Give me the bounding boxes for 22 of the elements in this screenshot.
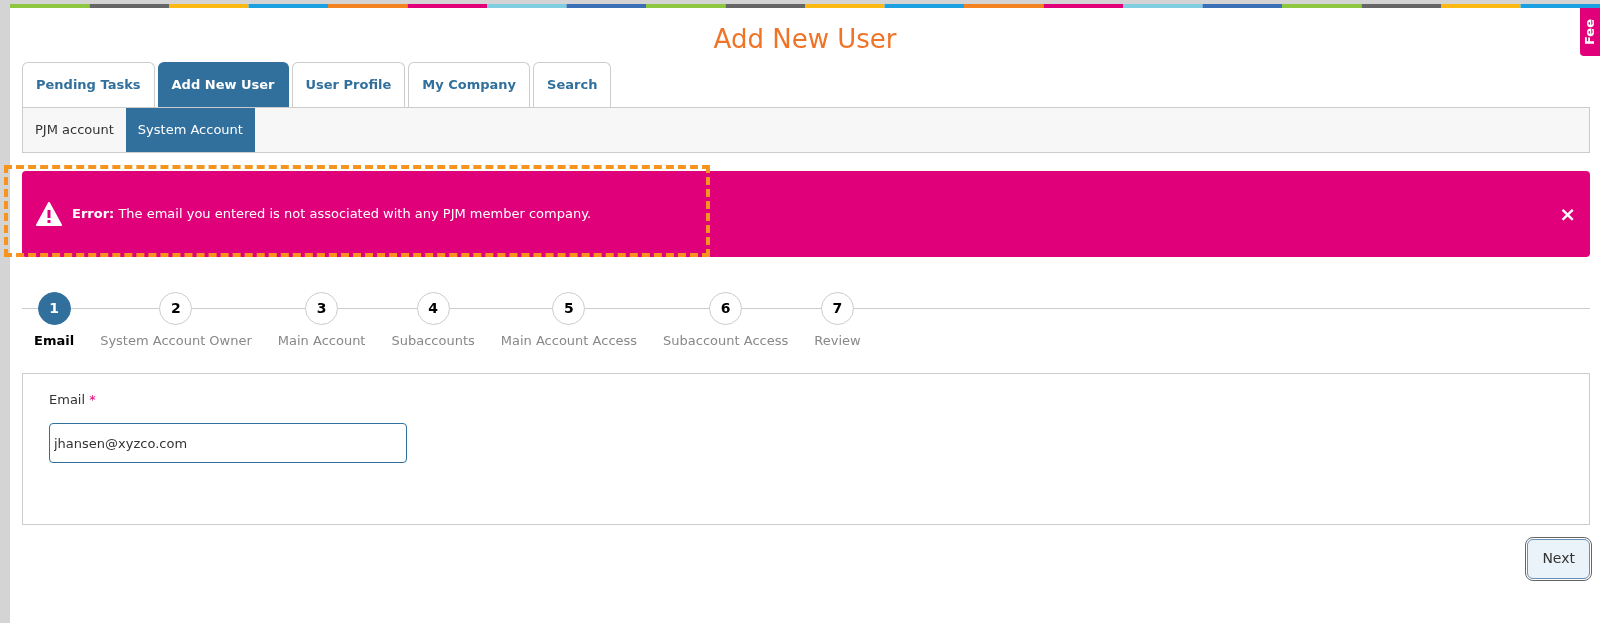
tab[interactable]: Add New User [157, 62, 289, 107]
step-label: System Account Owner [100, 332, 252, 350]
feedback-tab[interactable]: Fee [1580, 8, 1600, 56]
tab[interactable]: Search [533, 62, 612, 107]
field-label: Email * [49, 390, 96, 409]
step-label: Subaccounts [391, 332, 475, 350]
step-label: Main Account Access [500, 332, 638, 350]
tab[interactable]: User Profile [291, 62, 406, 107]
tab[interactable]: My Company [408, 62, 531, 107]
step-label: Email [34, 332, 75, 350]
tab[interactable]: Pending Tasks [22, 62, 155, 107]
error-message: Error: The email you entered is not associated with any PJM member company. [72, 205, 592, 224]
step-label: Review [814, 332, 861, 350]
email-input-field[interactable]: jhansen@xyzco.com [49, 423, 407, 463]
next-button[interactable]: Next [1527, 538, 1590, 579]
step-label: Subaccount Access [663, 332, 789, 350]
step-label: Main Account [277, 332, 366, 350]
page-title: Add New User [713, 26, 897, 52]
close-button[interactable]: × [1559, 204, 1576, 224]
subtab[interactable]: PJM account [23, 108, 126, 152]
warning-icon [36, 202, 62, 226]
subtab[interactable]: System Account [125, 108, 255, 152]
